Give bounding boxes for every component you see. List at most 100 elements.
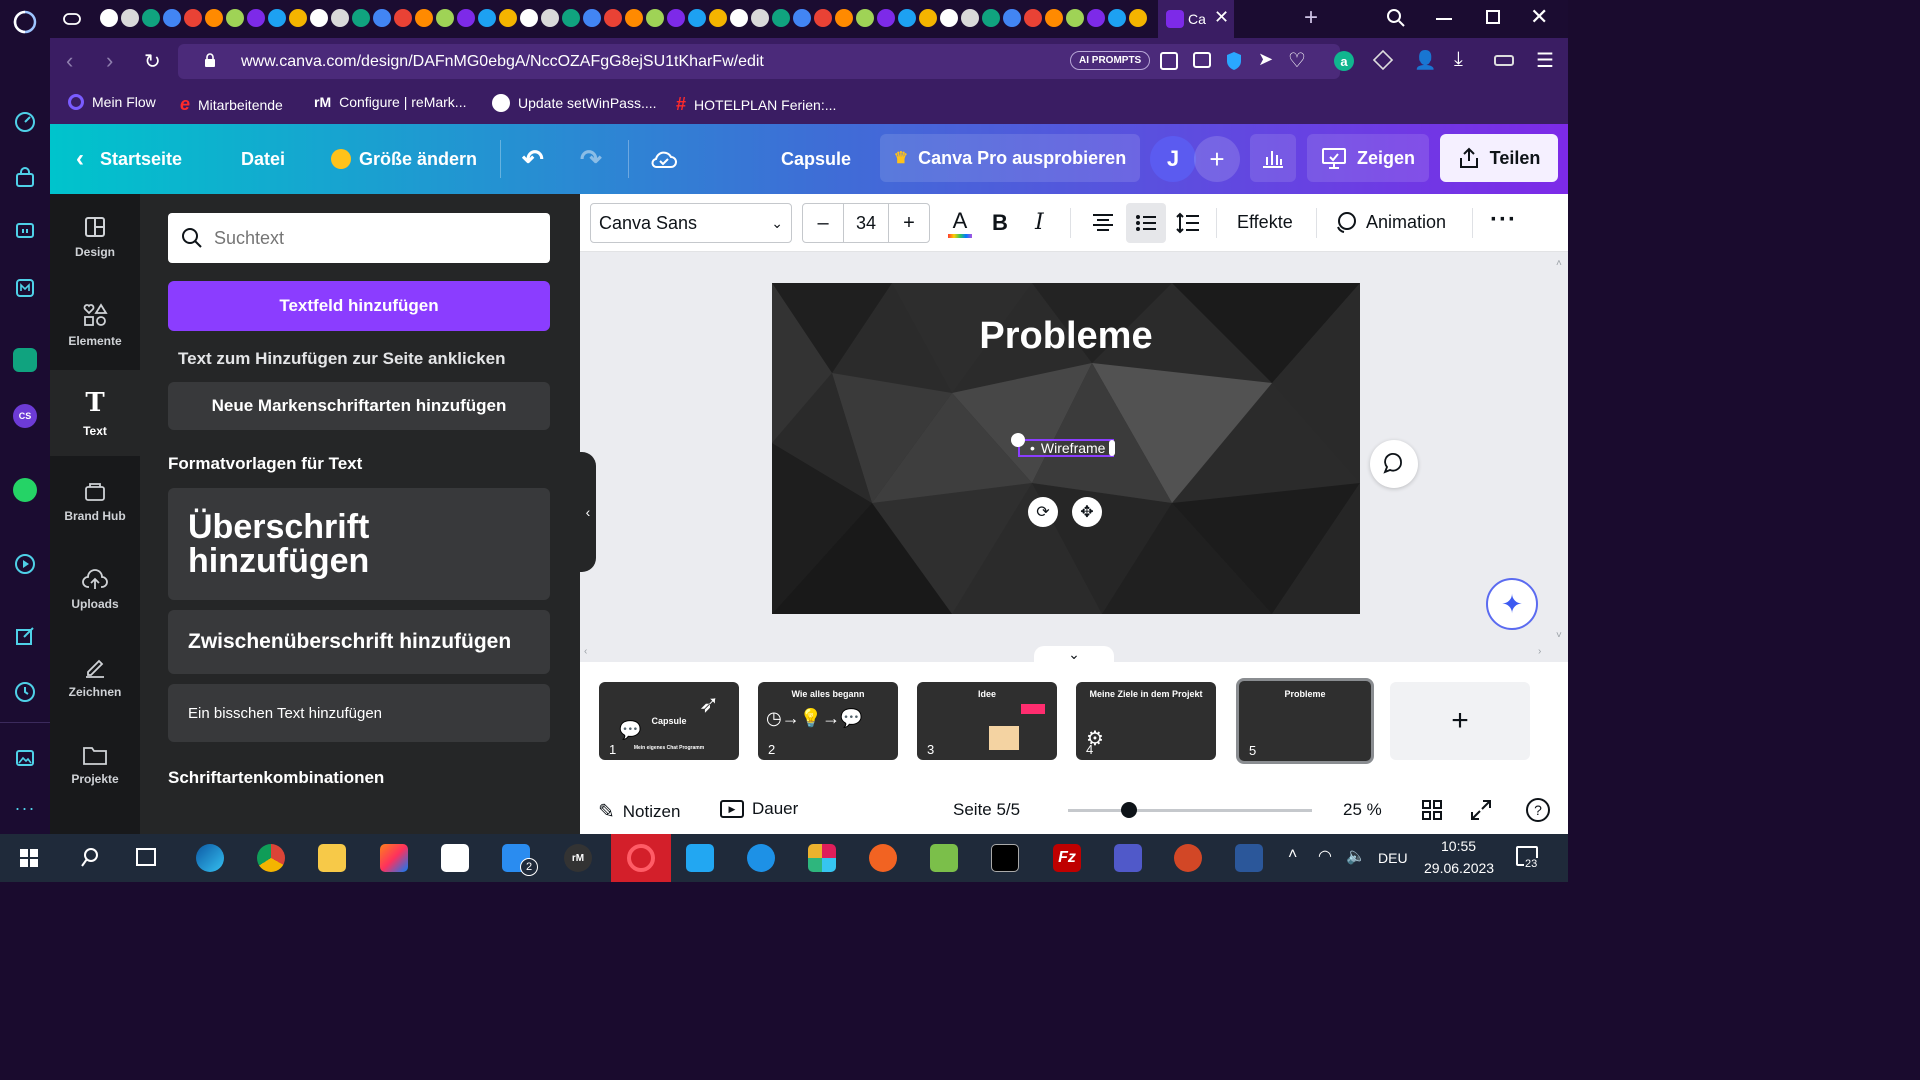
zoom-slider[interactable] xyxy=(1068,802,1312,818)
windows-start-icon[interactable] xyxy=(20,849,38,867)
volume-icon[interactable]: 🔈 xyxy=(1346,846,1366,866)
terminal-icon[interactable] xyxy=(991,844,1019,872)
page-thumbnail-active[interactable]: Probleme 5 xyxy=(1236,678,1374,764)
add-collaborator-button[interactable]: + xyxy=(1194,136,1240,182)
tab-favicon-icon[interactable] xyxy=(352,9,370,27)
tab-favicon-icon[interactable] xyxy=(877,9,895,27)
tab-favicon-icon[interactable] xyxy=(961,9,979,27)
tab-favicon-icon[interactable] xyxy=(457,9,475,27)
resize-handle[interactable] xyxy=(1109,440,1115,456)
slide-canvas[interactable]: Probleme • Wireframe ⟳ ✥ xyxy=(772,283,1360,614)
effects-button[interactable]: Effekte xyxy=(1237,212,1293,233)
heading-preset[interactable]: Überschrift hinzufügen xyxy=(168,488,550,600)
notification-center-icon[interactable]: 23 xyxy=(1516,846,1539,870)
rail-item-design[interactable]: Design xyxy=(50,194,140,280)
tab-favicon-icon[interactable] xyxy=(289,9,307,27)
docker-icon[interactable] xyxy=(747,844,775,872)
thumb-scroll-right[interactable]: › xyxy=(1538,646,1541,657)
resize-button[interactable]: Größe ändern xyxy=(331,124,477,194)
move-handle[interactable]: ✥ xyxy=(1072,497,1102,527)
profile-icon[interactable]: 👤 xyxy=(1414,50,1436,71)
duration-button[interactable]: ▶ Dauer xyxy=(720,799,798,819)
avatar[interactable]: J xyxy=(1150,136,1196,182)
page-thumbnail[interactable]: Meine Ziele in dem Projekt ⚙ 4 xyxy=(1076,682,1216,760)
bookmark-item[interactable]: Mein Flow xyxy=(68,94,156,110)
task-view-icon[interactable] xyxy=(136,848,156,866)
tab-favicon-icon[interactable] xyxy=(415,9,433,27)
file-explorer-icon[interactable] xyxy=(318,844,346,872)
filezilla-icon[interactable]: Fz xyxy=(1053,844,1081,872)
grid-view-button[interactable] xyxy=(1422,800,1442,825)
wifi-icon[interactable]: ◠ xyxy=(1318,846,1332,866)
rail-item-uploads[interactable]: Uploads xyxy=(50,546,140,632)
cube-icon[interactable] xyxy=(1372,49,1394,71)
new-tab-icon[interactable]: + xyxy=(1304,4,1318,32)
teams-icon[interactable] xyxy=(1114,844,1142,872)
tab-favicon-icon[interactable] xyxy=(667,9,685,27)
tab-favicon-icon[interactable] xyxy=(436,9,454,27)
italic-button[interactable]: I xyxy=(1035,210,1044,235)
search-tabs-icon[interactable] xyxy=(1386,8,1406,33)
file-menu-button[interactable]: Datei xyxy=(241,124,285,194)
ai-prompts-badge[interactable]: AI PROMPTS xyxy=(1070,51,1151,70)
chatgpt-icon[interactable] xyxy=(11,346,39,374)
history-icon[interactable] xyxy=(11,678,39,706)
gallery-icon[interactable] xyxy=(11,744,39,772)
tab-favicon-icon[interactable] xyxy=(793,9,811,27)
more-options-icon[interactable]: ··· xyxy=(1490,206,1517,234)
tab-favicon-icon[interactable] xyxy=(583,9,601,27)
whatsapp-icon[interactable] xyxy=(11,476,39,504)
tab-favicon-icon[interactable] xyxy=(520,9,538,27)
extension-a-icon[interactable]: a xyxy=(1334,51,1354,71)
resize-handle[interactable] xyxy=(1011,433,1025,447)
minimize-icon[interactable] xyxy=(1436,18,1452,20)
undo-button[interactable]: ↶ xyxy=(522,124,544,194)
tab-favicon-icon[interactable] xyxy=(898,9,916,27)
url-text[interactable]: www.canva.com/design/DAFnMG0ebgA/NccOZAF… xyxy=(241,53,764,71)
line-spacing-button[interactable] xyxy=(1176,212,1200,239)
more-icon[interactable]: ··· xyxy=(11,794,39,822)
tab-favicon-icon[interactable] xyxy=(856,9,874,27)
tab-favicon-icon[interactable] xyxy=(982,9,1000,27)
camera-icon[interactable] xyxy=(1193,52,1211,68)
chrome-icon[interactable] xyxy=(257,844,285,872)
tab-favicon-icon[interactable] xyxy=(919,9,937,27)
tab-favicon-icon[interactable] xyxy=(499,9,517,27)
font-size-value[interactable]: 34 xyxy=(843,204,889,242)
add-page-button[interactable]: + xyxy=(1390,682,1530,760)
tab-favicon-icon[interactable] xyxy=(247,9,265,27)
tab-favicon-icon[interactable] xyxy=(541,9,559,27)
forward-icon[interactable]: › xyxy=(106,48,113,74)
microsoft-store-icon[interactable] xyxy=(441,844,469,872)
zoom-level[interactable]: 25 % xyxy=(1343,800,1382,820)
add-comment-button[interactable] xyxy=(1370,440,1418,488)
bookmark-item[interactable]: Update setWinPass.... xyxy=(492,94,657,112)
todo-app-icon[interactable]: 2 xyxy=(502,844,538,876)
decrease-font-size-button[interactable]: – xyxy=(803,212,843,235)
bullet-list-button[interactable] xyxy=(1126,203,1166,243)
tab-favicon-icon[interactable] xyxy=(373,9,391,27)
tab-favicon-icon[interactable] xyxy=(751,9,769,27)
url-bar[interactable]: www.canva.com/design/DAFnMG0ebgA/NccOZAF… xyxy=(178,44,1340,79)
slack-icon[interactable] xyxy=(808,844,836,872)
search-box[interactable] xyxy=(168,213,550,263)
tab-favicon-icon[interactable] xyxy=(1087,9,1105,27)
heart-icon[interactable]: ♡ xyxy=(1288,48,1306,73)
vpn-shield-icon[interactable] xyxy=(1226,51,1242,76)
language-indicator[interactable]: DEU xyxy=(1378,850,1408,866)
thumb-scroll-left[interactable]: ‹ xyxy=(584,646,587,657)
powerpoint-icon[interactable] xyxy=(1174,844,1202,872)
download-icon[interactable]: ⤓ xyxy=(1454,48,1463,71)
speed-dial-icon[interactable] xyxy=(11,108,39,136)
opera-logo-icon[interactable] xyxy=(11,8,39,36)
animation-button[interactable]: Animation xyxy=(1334,210,1446,234)
collapse-panel-handle[interactable]: ‹ xyxy=(580,452,596,572)
tab-favicon-icon[interactable] xyxy=(1045,9,1063,27)
tab-favicon-icon[interactable] xyxy=(226,9,244,27)
cloud-save-button[interactable] xyxy=(650,124,678,194)
back-icon[interactable]: ‹ xyxy=(66,48,73,74)
tray-chevron-up-icon[interactable]: ˄ xyxy=(1288,846,1297,864)
tab-favicon-icon[interactable] xyxy=(709,9,727,27)
tab-favicon-icon[interactable] xyxy=(1129,9,1147,27)
insights-button[interactable] xyxy=(1250,134,1296,182)
